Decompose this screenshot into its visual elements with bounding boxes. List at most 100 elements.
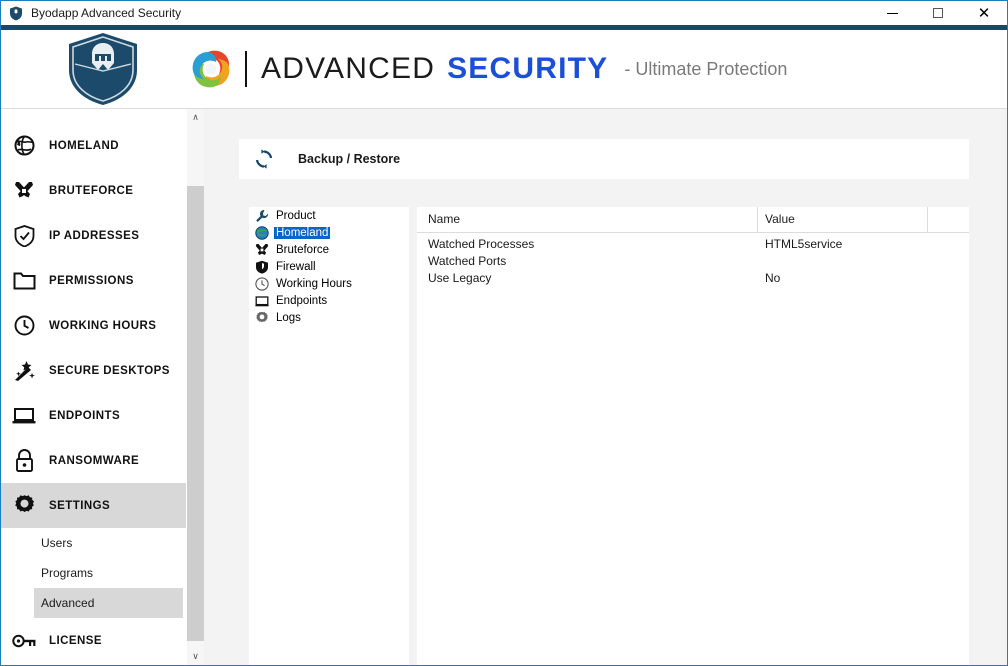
- padlock-icon: [9, 446, 39, 476]
- brand-primary-text: ADVANCED: [261, 52, 436, 85]
- refresh-icon[interactable]: [251, 146, 277, 172]
- tree-item-label: Working Hours: [276, 277, 352, 290]
- sidebar-item-label: PERMISSIONS: [49, 274, 134, 287]
- gear-icon: [254, 310, 270, 326]
- sidebar-item-working-hours[interactable]: WORKING HOURS: [1, 303, 186, 348]
- tree-item-label: Homeland: [274, 226, 331, 239]
- tree-item-label: Firewall: [276, 260, 316, 273]
- laptop-icon: [9, 401, 39, 431]
- tree-item-logs[interactable]: Logs: [249, 309, 409, 326]
- panel-header: Backup / Restore: [239, 139, 969, 179]
- grid-cell-name: Watched Processes: [428, 237, 535, 251]
- globe-icon: [254, 225, 270, 241]
- scroll-up-icon[interactable]: ∧: [187, 109, 204, 126]
- tree-item-product[interactable]: Product: [249, 207, 409, 224]
- sidebar-item-ip-addresses[interactable]: IP ADDRESSES: [1, 213, 186, 258]
- title-bar: Byodapp Advanced Security ✕: [1, 1, 1007, 25]
- grid-column-divider-2[interactable]: [927, 207, 928, 233]
- sidebar-item-endpoints[interactable]: ENDPOINTS: [1, 393, 186, 438]
- partial-icon: [9, 109, 39, 116]
- swirl-logo: [192, 50, 230, 88]
- grid-cell-name: Use Legacy: [428, 271, 492, 285]
- sidebar-item-settings[interactable]: SETTINGS: [1, 483, 186, 528]
- grid-cell-name: Watched Ports: [428, 254, 507, 268]
- folder-icon: [9, 266, 39, 296]
- tree-item-label: Endpoints: [276, 294, 328, 307]
- magic-wand-icon: [9, 356, 39, 386]
- scrollbar-thumb[interactable]: [187, 186, 204, 641]
- grid-body: Watched Processes HTML5service Watched P…: [417, 233, 969, 288]
- minimize-button[interactable]: [869, 1, 915, 25]
- tree-item-bruteforce[interactable]: Bruteforce: [249, 241, 409, 258]
- application-window: Byodapp Advanced Security ✕ ADVANCED SEC…: [0, 0, 1008, 666]
- monitor-icon: [254, 293, 270, 309]
- main-content: Backup / Restore Product Homeland Brutef…: [204, 109, 1007, 665]
- tree-item-label: Bruteforce: [276, 243, 330, 256]
- crossed-swords-icon: [9, 176, 39, 206]
- tree-item-firewall[interactable]: Firewall: [249, 258, 409, 275]
- clock-icon: [9, 311, 39, 341]
- settings-tree: Product Homeland Bruteforce Firewall Wor…: [249, 207, 409, 665]
- sidebar-item-label: ENDPOINTS: [49, 409, 121, 422]
- minimize-icon: [886, 12, 898, 14]
- sidebar-item-label: RANSOMWARE: [49, 454, 140, 467]
- sidebar-subitem-label: Advanced: [41, 596, 95, 610]
- sidebar-item-label: BRUTEFORCE: [49, 184, 134, 197]
- panel-title: Backup / Restore: [298, 152, 401, 166]
- sidebar-subitem-advanced[interactable]: Advanced: [34, 588, 183, 618]
- wrench-icon: [254, 208, 270, 224]
- sidebar-item-secure-desktops[interactable]: SECURE DESKTOPS: [1, 348, 186, 393]
- sidebar-item-permissions[interactable]: PERMISSIONS: [1, 258, 186, 303]
- grid-cell-value: No: [765, 271, 781, 285]
- sidebar-item-ransomware[interactable]: RANSOMWARE: [1, 438, 186, 483]
- sidebar-item-label: HOMELAND: [49, 139, 120, 152]
- sidebar-scrollbar[interactable]: ∧ ∨: [187, 109, 204, 665]
- table-row[interactable]: Watched Ports: [417, 254, 969, 271]
- sidebar-item-label: SETTINGS: [49, 499, 111, 512]
- grid-cell-value: HTML5service: [765, 237, 843, 251]
- tree-item-endpoints[interactable]: Endpoints: [249, 292, 409, 309]
- app-shield-icon: [1, 1, 23, 25]
- table-row[interactable]: Watched Processes HTML5service: [417, 237, 969, 254]
- crossed-swords-icon: [254, 242, 270, 258]
- grid-column-value[interactable]: Value: [765, 212, 795, 226]
- sidebar-scroll-content: HOMELAND BRUTEFORCE IP ADDRESSES PERMISS…: [1, 109, 186, 663]
- knight-shield-logo: [69, 33, 137, 105]
- sidebar: HOMELAND BRUTEFORCE IP ADDRESSES PERMISS…: [1, 109, 187, 665]
- brand-secondary-text: SECURITY: [447, 52, 609, 85]
- sidebar-item-partial-top[interactable]: [1, 109, 186, 123]
- sidebar-item-license[interactable]: LICENSE: [1, 618, 186, 663]
- clock-icon: [254, 276, 270, 292]
- sidebar-item-homeland[interactable]: HOMELAND: [1, 123, 186, 168]
- maximize-button[interactable]: [915, 1, 961, 25]
- grid-header-row: Name Value: [417, 207, 969, 233]
- globe-icon: [9, 131, 39, 161]
- key-icon: [9, 626, 39, 656]
- table-row[interactable]: Use Legacy No: [417, 271, 969, 288]
- gear-icon: [9, 491, 39, 521]
- brand-header: ADVANCED SECURITY - Ultimate Protection: [1, 30, 1007, 109]
- tree-item-homeland[interactable]: Homeland: [249, 224, 409, 241]
- sidebar-item-label: SECURE DESKTOPS: [49, 364, 170, 377]
- close-icon: ✕: [977, 3, 991, 22]
- sidebar-item-label: LICENSE: [49, 634, 102, 647]
- properties-grid: Name Value Watched Processes HTML5servic…: [417, 207, 969, 665]
- grid-column-divider-1[interactable]: [757, 207, 758, 233]
- tree-item-working-hours[interactable]: Working Hours: [249, 275, 409, 292]
- window-title: Byodapp Advanced Security: [31, 6, 182, 20]
- close-button[interactable]: ✕: [961, 1, 1007, 25]
- sidebar-item-label: IP ADDRESSES: [49, 229, 140, 242]
- shield-icon: [254, 259, 270, 275]
- sidebar-item-bruteforce[interactable]: BRUTEFORCE: [1, 168, 186, 213]
- brand-divider: [245, 51, 247, 87]
- shield-check-icon: [9, 221, 39, 251]
- sidebar-subitem-label: Programs: [41, 566, 94, 580]
- grid-column-name[interactable]: Name: [428, 212, 460, 226]
- sidebar-subitem-label: Users: [41, 536, 73, 550]
- tree-item-label: Logs: [276, 311, 301, 324]
- sidebar-item-label: WORKING HOURS: [49, 319, 157, 332]
- sidebar-subitem-users[interactable]: Users: [34, 528, 183, 558]
- tree-item-label: Product: [276, 209, 316, 222]
- scroll-down-icon[interactable]: ∨: [187, 648, 204, 665]
- sidebar-subitem-programs[interactable]: Programs: [34, 558, 183, 588]
